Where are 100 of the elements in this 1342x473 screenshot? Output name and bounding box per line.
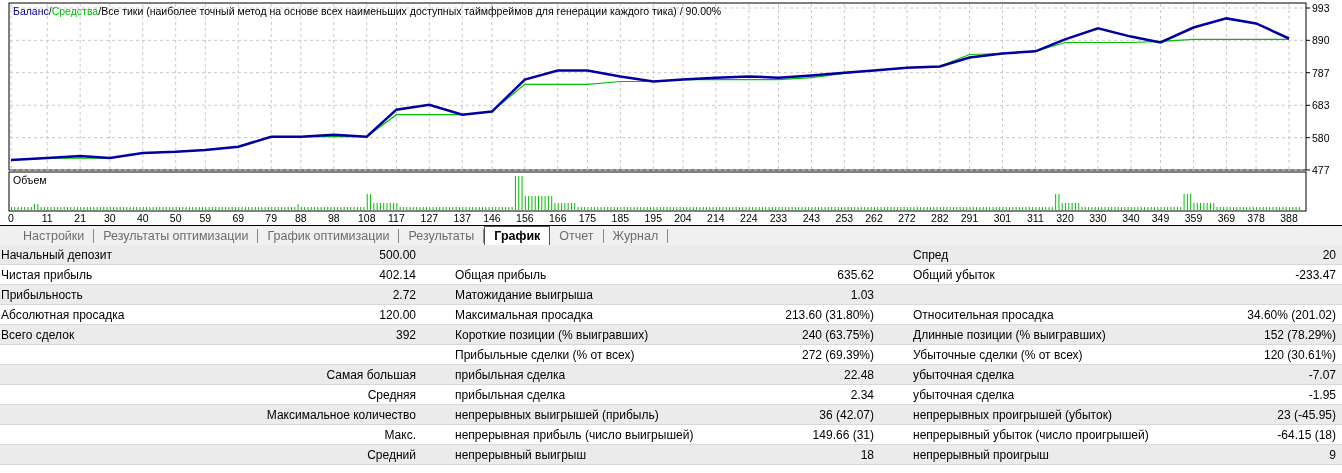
stat-value: 120.00 (379, 307, 416, 322)
stat-label: Максимальная просадка (455, 307, 593, 322)
x-tick-label: 204 (674, 212, 692, 224)
y-tick-label: 993 (1312, 2, 1330, 14)
tab[interactable]: Журнал (603, 229, 669, 243)
stat-label: убыточная сделка (913, 367, 1015, 382)
stat-label: прибыльная сделка (455, 367, 566, 382)
stat-value: 120 (30.61%) (1263, 347, 1336, 362)
chart-legend: Баланс/Средства/Все тики (наиболее точный метод на основе всех наименьших доступных таймфреймов для генерации каждого тика) / 90.00% (13, 5, 722, 17)
stat-label: непрерывный проигрыш (913, 447, 1049, 462)
stat-label: Общая прибыль (455, 267, 547, 282)
stat-value: 149.66 (31) (812, 427, 874, 442)
x-tick-label: 69 (232, 212, 245, 224)
stat-label: непрерывная прибыль (число выигрышей) (455, 427, 694, 442)
stat-value: 1.03 (850, 287, 874, 302)
stat-value: 20 (1322, 247, 1336, 262)
stat-label: прибыльная сделка (455, 387, 566, 402)
stat-label: непрерывный убыток (число проигрышей) (913, 427, 1149, 442)
stat-value: 18 (860, 447, 874, 462)
stat-value: -64.15 (18) (1277, 427, 1336, 442)
stat-value: -1.95 (1308, 387, 1336, 402)
stat-value: 272 (69.39%) (801, 347, 874, 362)
stat-label: непрерывных проигрышей (убыток) (913, 407, 1112, 422)
stat-label: Максимальное количество (266, 407, 416, 422)
x-tick-label: 388 (1280, 212, 1298, 224)
x-tick-label: 108 (357, 212, 376, 224)
x-tick-label: 137 (453, 212, 471, 224)
stat-value: 34.60% (201.02) (1247, 307, 1336, 322)
stat-value: 240 (63.75%) (801, 327, 874, 342)
stat-value: 392 (395, 327, 416, 342)
stat-label: Чистая прибыль (1, 267, 93, 282)
stat-label: Короткие позиции (% выигравших) (455, 327, 649, 342)
x-tick-label: 214 (707, 212, 725, 224)
y-tick-label: 683 (1312, 99, 1330, 112)
x-tick-label: 233 (769, 212, 788, 224)
stat-label: Всего сделок (1, 327, 75, 342)
stat-value: 2.72 (392, 287, 416, 302)
x-tick-label: 30 (103, 212, 116, 224)
x-tick-label: 311 (1027, 212, 1044, 224)
y-tick-label: 580 (1312, 131, 1330, 144)
x-tick-label: 282 (931, 212, 949, 224)
x-tick-label: 349 (1151, 212, 1170, 224)
stat-value: 23 (-45.95) (1277, 407, 1336, 422)
stat-value: 213.60 (31.80%) (785, 307, 874, 322)
stat-label: Относительная просадка (913, 307, 1054, 322)
x-tick-label: 359 (1184, 212, 1203, 224)
x-tick-label: 262 (865, 212, 883, 224)
x-tick-label: 253 (835, 212, 854, 224)
x-tick-label: 195 (644, 212, 663, 224)
x-tick-label: 117 (388, 212, 405, 224)
x-tick-label: 330 (1089, 212, 1107, 224)
stat-value: 36 (42.07) (819, 407, 874, 422)
x-tick-label: 291 (960, 212, 979, 224)
tab[interactable]: График (484, 226, 551, 245)
stat-value: -7.07 (1308, 367, 1336, 382)
x-tick-label: 50 (169, 212, 182, 224)
y-tick-label: 890 (1312, 34, 1330, 47)
stat-label: непрерывных выигрышей (прибыль) (455, 407, 659, 422)
stat-label: Общий убыток (913, 267, 995, 282)
stat-label: Длинные позиции (% выигравших) (913, 327, 1106, 342)
stat-value: 9 (1329, 447, 1336, 462)
x-tick-label: 243 (802, 212, 821, 224)
stat-value: -233.47 (1295, 267, 1336, 282)
x-tick-label: 98 (327, 212, 340, 224)
x-tick-label: 185 (611, 212, 630, 224)
x-tick-label: 224 (740, 212, 758, 224)
stat-label: Макс. (384, 427, 416, 442)
stat-label: Убыточные сделки (% от всех) (913, 347, 1083, 362)
x-tick-label: 166 (549, 212, 567, 224)
tab[interactable]: Настройки (14, 229, 95, 243)
stat-value: 635.62 (837, 267, 874, 282)
y-tick-label: 477 (1312, 164, 1330, 176)
stat-label: Прибыльность (1, 287, 83, 302)
x-tick-label: 127 (420, 212, 439, 224)
stat-label: Начальный депозит (1, 247, 112, 262)
x-tick-label: 59 (199, 212, 212, 224)
stat-value: 152 (78.29%) (1263, 327, 1336, 342)
x-tick-label: 79 (265, 212, 278, 224)
stat-value: 2.34 (850, 387, 874, 402)
tab[interactable]: Отчет (550, 229, 604, 243)
stat-label: Абсолютная просадка (1, 307, 125, 322)
x-tick-label: 0 (8, 212, 14, 224)
stat-label: Самая большая (326, 367, 416, 382)
x-tick-label: 369 (1217, 212, 1236, 224)
stat-label: Матожидание выигрыша (455, 287, 593, 302)
stat-value: 500.00 (379, 247, 416, 262)
stat-label: убыточная сделка (913, 387, 1015, 402)
tab[interactable]: Результаты оптимизации (94, 229, 259, 243)
x-tick-label: 21 (74, 212, 86, 224)
stat-label: Спред (913, 247, 949, 262)
x-tick-label: 320 (1056, 212, 1074, 224)
x-tick-label: 340 (1122, 212, 1140, 224)
stat-value: 22.48 (843, 367, 874, 382)
y-tick-label: 787 (1312, 66, 1330, 79)
stat-value: 402.14 (379, 267, 416, 282)
stat-label: Прибыльные сделки (% от всех) (455, 347, 635, 362)
x-tick-label: 301 (993, 212, 1012, 224)
x-tick-label: 175 (578, 212, 597, 224)
x-tick-label: 11 (41, 212, 53, 224)
tab[interactable]: График оптимизации (258, 229, 400, 243)
